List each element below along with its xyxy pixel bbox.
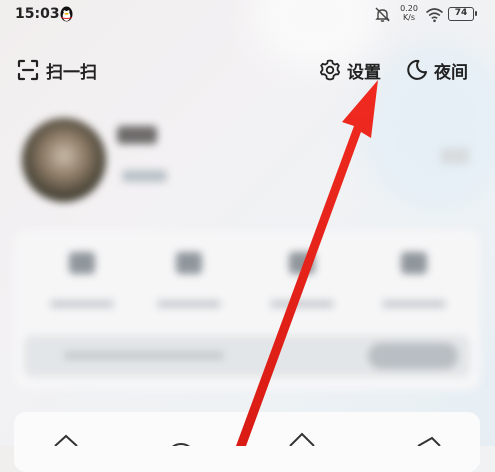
top-toolbar: 扫一扫 设置 夜间 — [0, 52, 495, 88]
network-speed: 0.20 K/s — [396, 4, 422, 22]
stat-item[interactable] — [374, 252, 454, 322]
stat-icon — [176, 252, 202, 274]
status-bar: 15:03 0.20 K/s 74 — [0, 0, 495, 30]
settings-button[interactable]: 设置 — [318, 56, 381, 84]
stat-label-placeholder — [157, 300, 221, 308]
stat-item[interactable] — [42, 252, 122, 322]
stat-item[interactable] — [262, 252, 342, 322]
night-mode-button[interactable]: 夜间 — [405, 56, 468, 84]
stats-card — [14, 230, 480, 390]
promo-text-placeholder — [64, 351, 224, 360]
promo-action-button[interactable] — [368, 343, 458, 369]
mute-bell-icon — [375, 7, 390, 22]
battery-indicator: 74 — [448, 7, 477, 21]
promo-banner[interactable] — [24, 335, 470, 377]
profile-subtitle-placeholder — [122, 170, 167, 182]
network-speed-value: 0.20 — [400, 4, 418, 13]
profile-chevron-placeholder — [441, 148, 469, 164]
wifi-icon — [425, 8, 444, 23]
stat-label-placeholder — [270, 300, 334, 308]
avatar[interactable] — [22, 118, 106, 202]
stat-label-placeholder — [382, 300, 446, 308]
gear-icon — [319, 59, 341, 81]
scan-label: 扫一扫 — [46, 62, 97, 83]
stat-icon — [401, 252, 427, 274]
moon-icon — [407, 59, 427, 80]
night-mode-label: 夜间 — [434, 62, 468, 83]
profile-name-placeholder — [117, 126, 157, 144]
stat-item[interactable] — [149, 252, 229, 322]
qq-penguin-icon — [60, 6, 73, 22]
scan-icon — [17, 59, 39, 81]
shortcut-card — [14, 412, 480, 472]
scan-button[interactable]: 扫一扫 — [16, 56, 97, 84]
stat-label-placeholder — [50, 300, 114, 308]
status-time: 15:03 — [15, 6, 60, 22]
stat-icon — [69, 252, 95, 274]
network-speed-unit: K/s — [402, 13, 416, 22]
profile-header[interactable] — [22, 118, 477, 208]
stat-icon — [289, 252, 315, 274]
settings-label: 设置 — [347, 62, 381, 83]
